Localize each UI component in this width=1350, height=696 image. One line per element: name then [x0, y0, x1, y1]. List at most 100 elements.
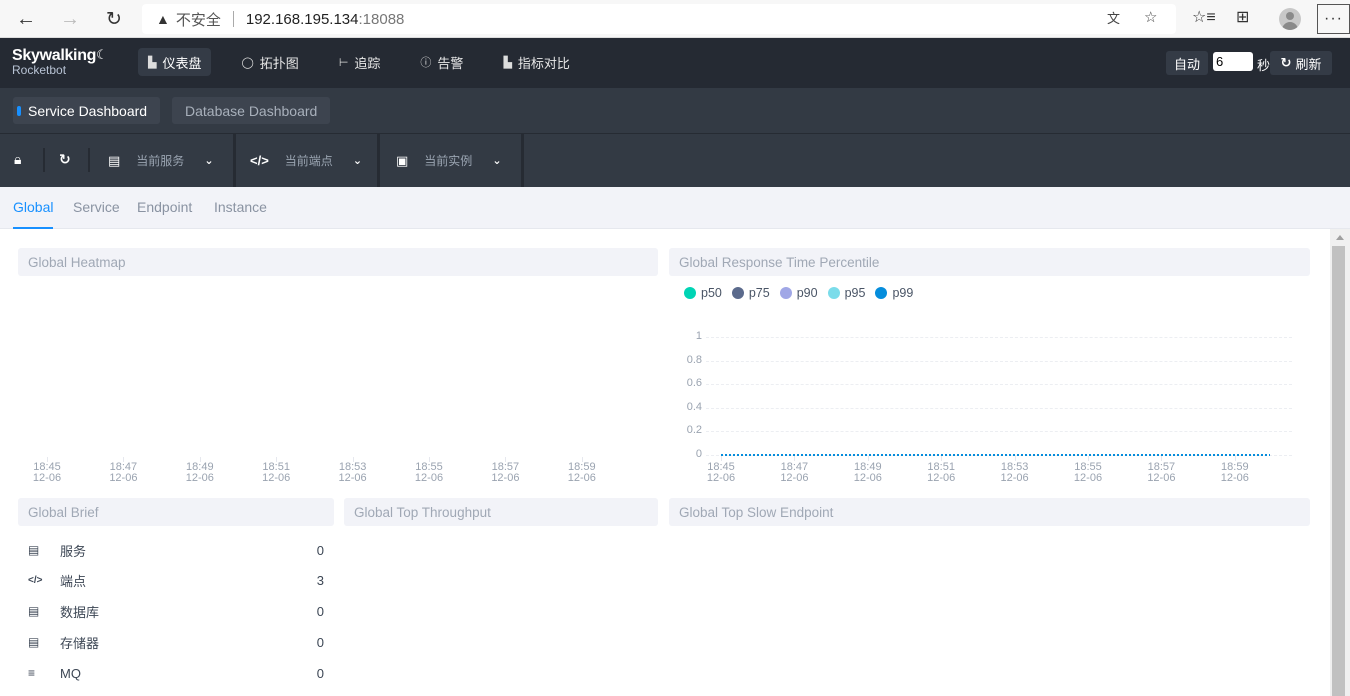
legend-label: p90: [796, 286, 818, 300]
service-selector[interactable]: ▤ 当前服务 ⌄: [108, 134, 214, 187]
y-gridline: [706, 384, 1292, 386]
x-tick-date: 12-06: [32, 472, 62, 484]
mq-icon: ≡: [28, 666, 36, 680]
address-bar[interactable]: ▲ 不安全 192.168.195.134:18088: [142, 4, 1176, 34]
refresh-button[interactable]: ↻ 刷新: [1270, 51, 1332, 75]
brief-name: MQ: [60, 665, 81, 681]
moon-icon: ☾: [96, 47, 108, 62]
brief-row-endpoint: </> 端点 3: [28, 570, 324, 590]
app-header: Skywalking☾ Rocketbot ▙ 仪表盘 ◯ 拓扑图 ⊢ 追踪 ⓘ…: [0, 38, 1350, 88]
x-tick-date: 12-06: [338, 472, 367, 484]
x-tick-label: 18:47 12-06: [774, 462, 814, 484]
y-tick-label: 1: [695, 330, 702, 342]
x-tick-date: 12-06: [1147, 472, 1176, 484]
x-tick-date: 12-06: [853, 472, 882, 484]
scroll-up-arrow-icon[interactable]: [1336, 235, 1344, 240]
profile-avatar-icon[interactable]: [1279, 8, 1301, 30]
slow-endpoint-title: Global Top Slow Endpoint: [669, 498, 1310, 526]
x-tick-date: 12-06: [1000, 472, 1029, 484]
instance-selector-label: 当前实例: [424, 154, 473, 168]
main-nav: ▙ 仪表盘 ◯ 拓扑图 ⊢ 追踪 ⓘ 告警 ▙ 指标对比: [138, 48, 600, 76]
legend-dot: [731, 287, 744, 299]
collections-icon[interactable]: ⊞: [1236, 7, 1249, 27]
y-tick-label: 0.8: [686, 353, 702, 366]
refresh-interval-input[interactable]: [1213, 52, 1253, 71]
sync-icon[interactable]: ↻: [59, 151, 71, 168]
refresh-label: 刷新: [1295, 56, 1322, 72]
page-scrollbar[interactable]: [1330, 229, 1350, 696]
tab-service-dashboard[interactable]: Service Dashboard: [13, 97, 161, 124]
legend-item-p50[interactable]: p50: [684, 286, 722, 300]
x-tick-label: 18:55 12-06: [1068, 462, 1108, 484]
selector-toolbar: 🔒︎ ↻ ▤ 当前服务 ⌄ </> 当前端点 ⌄ ▣ 当前实例 ⌄: [0, 134, 1350, 187]
y-tick-label: 0.2: [686, 424, 702, 437]
back-button[interactable]: ←: [12, 6, 40, 32]
y-tick-label: 0.4: [686, 400, 702, 413]
legend-item-p75[interactable]: p75: [731, 286, 770, 300]
nav-topology[interactable]: ◯ 拓扑图: [231, 48, 308, 76]
x-tick-date: 12-06: [185, 472, 214, 484]
scrollbar-thumb[interactable]: [1332, 246, 1345, 696]
favorites-list-icon[interactable]: ☆≡: [1192, 7, 1216, 27]
legend-label: p75: [748, 286, 770, 300]
y-tick-label: 0.6: [686, 377, 702, 390]
nav-label: 拓扑图: [259, 55, 299, 71]
x-tick-date: 12-06: [414, 472, 444, 484]
lock-icon[interactable]: 🔒︎: [14, 151, 21, 168]
x-tick-date: 12-06: [109, 472, 138, 484]
legend-item-p90[interactable]: p90: [779, 286, 818, 300]
y-gridline: [706, 407, 1292, 409]
warning-triangle-icon: ▲: [156, 11, 170, 27]
divider: [88, 148, 90, 172]
instance-icon: ▣: [396, 152, 409, 168]
x-tick-label: 18:51 12-06: [256, 462, 296, 484]
more-dots-icon[interactable]: ···: [1317, 4, 1350, 34]
legend-item-p95[interactable]: p95: [827, 286, 865, 300]
nav-alarm[interactable]: ⓘ 告警: [410, 48, 473, 76]
brief-name: 数据库: [60, 604, 100, 620]
service-selector-label: 当前服务: [136, 154, 185, 168]
nav-metrics-compare[interactable]: ▙ 指标对比: [493, 48, 579, 76]
x-tick-label: 18:49 12-06: [848, 462, 888, 484]
x-tick-date: 12-06: [567, 472, 596, 484]
service-icon: ▤: [28, 543, 40, 557]
legend-dot: [875, 287, 888, 299]
x-tick-date: 12-06: [1073, 472, 1103, 484]
brief-name: 服务: [60, 543, 87, 559]
tab-database-dashboard[interactable]: Database Dashboard: [172, 97, 331, 124]
dashboard-tabs: Service Dashboard Database Dashboard: [0, 88, 1350, 134]
divider: [377, 134, 380, 187]
legend-item-p99[interactable]: p99: [875, 286, 913, 300]
legend-label: p50: [701, 286, 722, 300]
endpoint-selector[interactable]: </> 当前端点 ⌄: [250, 134, 362, 187]
star-plus-icon[interactable]: ☆: [1144, 8, 1157, 26]
tab-instance[interactable]: Instance: [214, 199, 267, 229]
x-tick-date: 12-06: [706, 472, 736, 484]
divider: [521, 134, 524, 187]
tab-endpoint[interactable]: Endpoint: [137, 199, 192, 229]
divider: [43, 148, 45, 172]
forward-button[interactable]: →: [56, 6, 84, 32]
chevron-down-icon: ⌄: [204, 155, 214, 167]
reload-button[interactable]: ↻: [100, 6, 128, 32]
logo[interactable]: Skywalking☾ Rocketbot: [12, 47, 108, 77]
translate-icon[interactable]: 文: [1107, 8, 1120, 27]
x-tick-label: 18:57 12-06: [485, 462, 525, 484]
tab-service[interactable]: Service: [73, 199, 120, 229]
code-icon: </>: [250, 153, 269, 168]
instance-selector[interactable]: ▣ 当前实例 ⌄: [396, 134, 502, 187]
x-tick-date: 12-06: [491, 472, 520, 484]
topology-icon: ◯: [241, 56, 254, 69]
tab-global[interactable]: Global: [13, 199, 54, 229]
brief-value: 0: [316, 634, 324, 650]
nav-trace[interactable]: ⊢ 追踪: [329, 48, 391, 76]
x-tick-label: 18:57 12-06: [1141, 462, 1181, 484]
x-tick-date: 12-06: [1220, 472, 1249, 484]
nav-dashboard[interactable]: ▙ 仪表盘: [138, 48, 212, 76]
auto-refresh-button[interactable]: 自动: [1166, 51, 1208, 75]
storage-icon: ▤: [28, 635, 40, 649]
brief-row-mq: ≡ MQ 0: [28, 663, 324, 683]
url-host: 192.168.195.134: [245, 10, 359, 28]
trace-icon: ⊢: [338, 56, 349, 69]
brief-row-storage: ▤ 存储器 0: [28, 632, 324, 652]
